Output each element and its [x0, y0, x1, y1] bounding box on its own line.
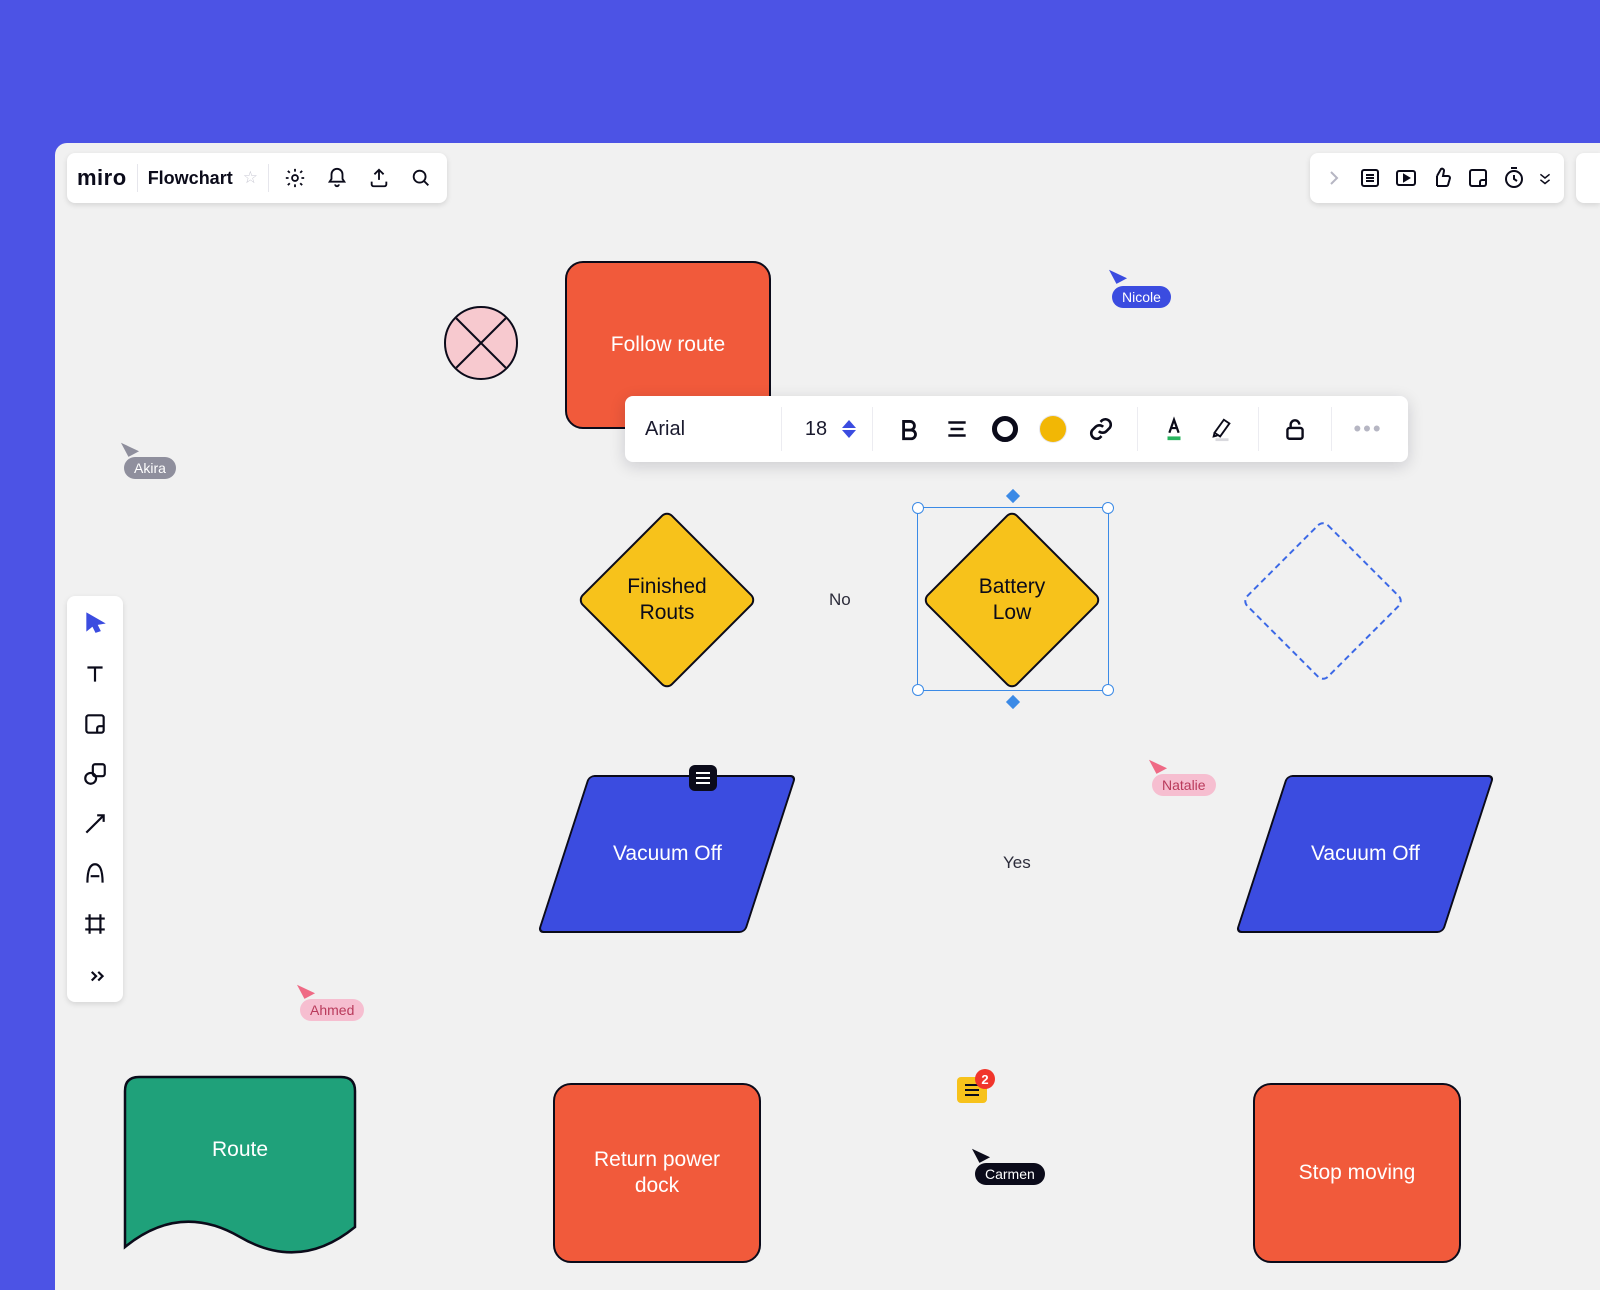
node-stop-moving[interactable]: Stop moving — [1253, 1083, 1461, 1263]
node-label: Follow route — [611, 332, 725, 358]
thumbs-up-icon[interactable] — [1426, 162, 1458, 194]
node-label: Vacuum Off — [1311, 841, 1420, 867]
node-label: Route — [125, 1137, 355, 1163]
list-icon[interactable] — [1354, 162, 1386, 194]
ghost-diamond[interactable] — [1265, 543, 1381, 659]
divider — [268, 164, 269, 192]
tool-more-icon[interactable] — [75, 954, 115, 994]
node-label: Stop moving — [1299, 1160, 1416, 1186]
fill-color-button[interactable] — [1033, 409, 1073, 449]
note-icon[interactable] — [1462, 162, 1494, 194]
node-label: Vacuum Off — [613, 841, 722, 867]
sum-junction[interactable] — [444, 306, 518, 380]
board-header: miro Flowchart ☆ — [67, 153, 447, 203]
lock-button[interactable] — [1275, 409, 1315, 449]
highlight-button[interactable] — [1202, 409, 1242, 449]
left-toolbar — [67, 596, 123, 1002]
bold-button[interactable] — [889, 409, 929, 449]
bell-icon[interactable] — [321, 162, 353, 194]
search-icon[interactable] — [405, 162, 437, 194]
top-right-toolbar — [1310, 153, 1600, 203]
tool-sticky[interactable] — [75, 704, 115, 744]
tool-text[interactable] — [75, 654, 115, 694]
presence-nicole: Nicole — [1112, 266, 1171, 308]
font-dropdown[interactable]: Arial — [645, 418, 765, 441]
presence-akira: Akira — [124, 439, 176, 479]
tool-frame[interactable] — [75, 904, 115, 944]
selection-box[interactable] — [917, 507, 1109, 691]
edge-label-no: No — [821, 588, 859, 612]
text-color-button[interactable] — [1154, 409, 1194, 449]
present-icon[interactable] — [1390, 162, 1422, 194]
tool-select[interactable] — [75, 604, 115, 644]
board-surface[interactable]: Follow route Finished Routs Battery Low … — [55, 143, 1600, 1290]
sticky-comment-icon[interactable]: 2 — [957, 1077, 987, 1103]
overflow-right[interactable] — [1576, 153, 1600, 203]
node-label: Return power dock — [594, 1147, 720, 1200]
node-finished-routs[interactable]: Finished Routs — [603, 536, 731, 664]
chevron-down-icon[interactable] — [1534, 162, 1556, 194]
align-button[interactable] — [937, 409, 977, 449]
timer-icon[interactable] — [1498, 162, 1530, 194]
star-icon[interactable]: ☆ — [243, 168, 258, 188]
node-label: Finished Routs — [603, 536, 731, 664]
tool-shape[interactable] — [75, 754, 115, 794]
tool-arrow[interactable] — [75, 804, 115, 844]
font-size-stepper[interactable] — [842, 420, 856, 438]
board-title[interactable]: Flowchart — [148, 168, 233, 189]
link-button[interactable] — [1081, 409, 1121, 449]
divider — [137, 164, 138, 192]
context-toolbar: Arial 18 ••• — [625, 396, 1408, 462]
presence-ahmed: Ahmed — [300, 981, 364, 1021]
edge-label-yes: Yes — [995, 851, 1039, 875]
notes-badge: 2 — [975, 1069, 995, 1089]
node-vacuum-off[interactable]: Vacuum Off — [537, 775, 796, 933]
presence-carmen: Carmen — [975, 1145, 1045, 1185]
presence-natalie: Natalie — [1152, 756, 1216, 796]
node-return-dock[interactable]: Return power dock — [553, 1083, 761, 1263]
more-button[interactable]: ••• — [1348, 409, 1388, 449]
export-icon[interactable] — [363, 162, 395, 194]
comment-pin-icon[interactable] — [689, 765, 717, 791]
border-color-button[interactable] — [985, 409, 1025, 449]
chevron-right-icon[interactable] — [1318, 162, 1350, 194]
tool-pen[interactable] — [75, 854, 115, 894]
node-vacuum-off-2[interactable]: Vacuum Off — [1235, 775, 1494, 933]
settings-icon[interactable] — [279, 162, 311, 194]
font-size[interactable]: 18 — [798, 418, 834, 441]
node-route[interactable]: Route — [125, 1077, 355, 1282]
app-logo[interactable]: miro — [77, 165, 127, 191]
